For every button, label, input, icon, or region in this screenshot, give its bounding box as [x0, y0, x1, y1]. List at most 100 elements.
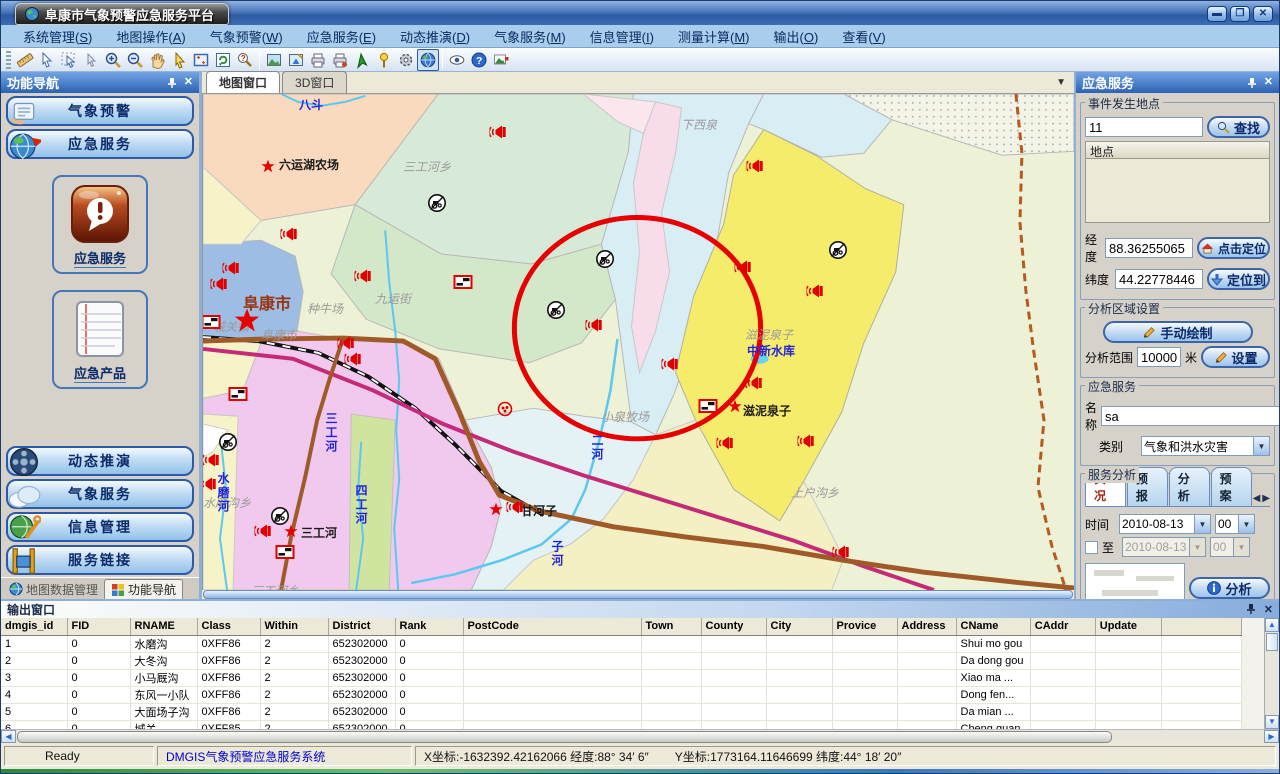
sidebar-item-气象预警[interactable]: 气象预警: [6, 96, 194, 126]
zoom-out-icon[interactable]: [124, 49, 146, 71]
sidebar-item-信息管理[interactable]: 信息管理: [6, 512, 194, 542]
town-star-icon[interactable]: [234, 307, 260, 333]
refresh-icon[interactable]: [212, 49, 234, 71]
select-cursor-icon[interactable]: [36, 49, 58, 71]
map-tab-dropdown-icon[interactable]: ▼: [1056, 77, 1066, 88]
emergency-service-tool[interactable]: 应急服务: [52, 175, 148, 274]
help-icon[interactable]: ?: [468, 49, 490, 71]
map-horizontal-scrollbar[interactable]: [203, 590, 1073, 599]
place-marker-icon[interactable]: [373, 49, 395, 71]
location-list-header[interactable]: 地点: [1085, 141, 1270, 159]
town-star-icon[interactable]: [728, 399, 742, 413]
alarm-speaker-icon[interactable]: [807, 284, 824, 299]
range-input[interactable]: [1137, 347, 1181, 367]
table-row[interactable]: 60城关0XFF8526523020000Cheng guan: [1, 720, 1241, 729]
menu-item-气象服务[interactable]: 气象服务(M): [482, 25, 578, 48]
alarm-speaker-icon[interactable]: [735, 260, 752, 275]
pin-icon[interactable]: [1247, 77, 1257, 89]
tab-scroll-left-icon[interactable]: ◀: [1253, 493, 1261, 504]
menu-item-系统管理[interactable]: 系统管理(S): [11, 25, 104, 48]
tab-地图窗口[interactable]: 地图窗口: [206, 71, 280, 93]
column-header-Update[interactable]: Update: [1095, 618, 1161, 635]
tab-功能导航[interactable]: 功能导航: [104, 579, 183, 599]
station-flag-icon[interactable]: [454, 275, 473, 289]
time-date-dropdown[interactable]: 2010-08-13▼: [1119, 514, 1211, 534]
tab-scroll-right-icon[interactable]: ▶: [1262, 493, 1270, 504]
station-flag-icon[interactable]: [202, 315, 221, 329]
menu-item-信息管理[interactable]: 信息管理(I): [578, 25, 666, 48]
column-header-RNAME[interactable]: RNAME: [130, 618, 197, 635]
longitude-input[interactable]: [1105, 238, 1193, 258]
alarm-speaker-icon[interactable]: [662, 357, 679, 372]
alarm-speaker-icon[interactable]: [507, 500, 524, 515]
alarm-speaker-icon[interactable]: [746, 376, 763, 391]
output-horizontal-scrollbar[interactable]: ◀▶: [1, 729, 1279, 743]
table-row[interactable]: 30小马厩沟0XFF8626523020000Xiao ma ...: [1, 669, 1241, 686]
pick-cursor-icon[interactable]: [80, 49, 102, 71]
close-button[interactable]: ✕: [1253, 6, 1273, 22]
table-row[interactable]: 50大面场子沟0XFF8626523020000Da mian ...: [1, 703, 1241, 720]
menu-item-地图操作[interactable]: 地图操作(A): [104, 25, 197, 48]
pin-icon[interactable]: [167, 77, 177, 89]
table-row[interactable]: 20大冬沟0XFF8626523020000Da dong gou: [1, 652, 1241, 669]
picture-export-icon[interactable]: [490, 49, 512, 71]
click-locate-button[interactable]: 点击定位: [1197, 237, 1270, 259]
town-star-icon[interactable]: [489, 502, 503, 516]
station-flag-icon[interactable]: [229, 387, 248, 401]
print-icon[interactable]: [307, 49, 329, 71]
pan-hand-icon[interactable]: [146, 49, 168, 71]
alarm-speaker-icon[interactable]: [747, 159, 764, 174]
column-header-CName[interactable]: CName: [956, 618, 1030, 635]
latitude-input[interactable]: [1115, 269, 1203, 289]
alarm-speaker-icon[interactable]: [586, 318, 603, 333]
map-image-icon[interactable]: [263, 49, 285, 71]
column-header-District[interactable]: District: [328, 618, 395, 635]
tab-地图数据管理[interactable]: 地图数据管理: [3, 579, 104, 599]
column-header-Rank[interactable]: Rank: [395, 618, 463, 635]
emergency-product-tool[interactable]: 应急产品: [52, 290, 148, 389]
dropdown-arrow-icon[interactable]: ▼: [1253, 437, 1269, 455]
full-extent-icon[interactable]: [190, 49, 212, 71]
farm-site-icon[interactable]: [547, 301, 566, 320]
export-image-icon[interactable]: [285, 49, 307, 71]
menu-item-查看[interactable]: 查看(V): [830, 25, 897, 48]
farm-site-icon[interactable]: [428, 194, 447, 213]
lasso-cursor-icon[interactable]: [58, 49, 80, 71]
settings-gear-icon[interactable]: [395, 49, 417, 71]
zoom-in-icon[interactable]: [102, 49, 124, 71]
town-star-icon[interactable]: [284, 524, 298, 538]
sidebar-item-应急服务[interactable]: 应急服务: [6, 129, 194, 159]
to-hour-dropdown[interactable]: 00▼: [1210, 537, 1250, 557]
special-site-icon[interactable]: [497, 401, 513, 417]
alarm-speaker-icon[interactable]: [345, 352, 362, 367]
column-header-Provice[interactable]: Provice: [832, 618, 897, 635]
toolbar-grip[interactable]: [6, 51, 11, 69]
column-header-Town[interactable]: Town: [641, 618, 701, 635]
restore-button[interactable]: ❐: [1230, 6, 1250, 22]
globe-active-icon[interactable]: [417, 49, 439, 71]
menu-item-输出[interactable]: 输出(O): [762, 25, 831, 48]
green-pointer-icon[interactable]: [351, 49, 373, 71]
minimize-button[interactable]: ▬: [1207, 6, 1227, 22]
alarm-speaker-icon[interactable]: [717, 436, 734, 451]
service-name-input[interactable]: [1101, 406, 1279, 426]
column-header-Address[interactable]: Address: [897, 618, 956, 635]
table-row[interactable]: 40东风一小队0XFF8626523020000Dong fen...: [1, 686, 1241, 703]
alarm-speaker-icon[interactable]: [202, 477, 217, 492]
output-vertical-scrollbar[interactable]: ▲▼: [1264, 618, 1279, 729]
alarm-speaker-icon[interactable]: [281, 227, 298, 242]
alarm-speaker-icon[interactable]: [833, 545, 850, 560]
column-header-City[interactable]: City: [766, 618, 832, 635]
column-header-FID[interactable]: FID: [67, 618, 130, 635]
menu-item-应急服务[interactable]: 应急服务(E): [295, 25, 388, 48]
alarm-speaker-icon[interactable]: [355, 269, 372, 284]
pin-icon[interactable]: [1246, 603, 1256, 615]
close-panel-icon[interactable]: ✕: [184, 77, 193, 88]
to-date-dropdown[interactable]: 2010-08-13▼: [1122, 537, 1206, 557]
analyze-button[interactable]: 分析: [1189, 577, 1270, 599]
farm-site-icon[interactable]: [219, 433, 238, 452]
tab-3D窗口[interactable]: 3D窗口: [282, 71, 347, 93]
alarm-speaker-icon[interactable]: [203, 453, 220, 468]
ruler-icon[interactable]: [14, 49, 36, 71]
town-star-icon[interactable]: [261, 159, 275, 173]
